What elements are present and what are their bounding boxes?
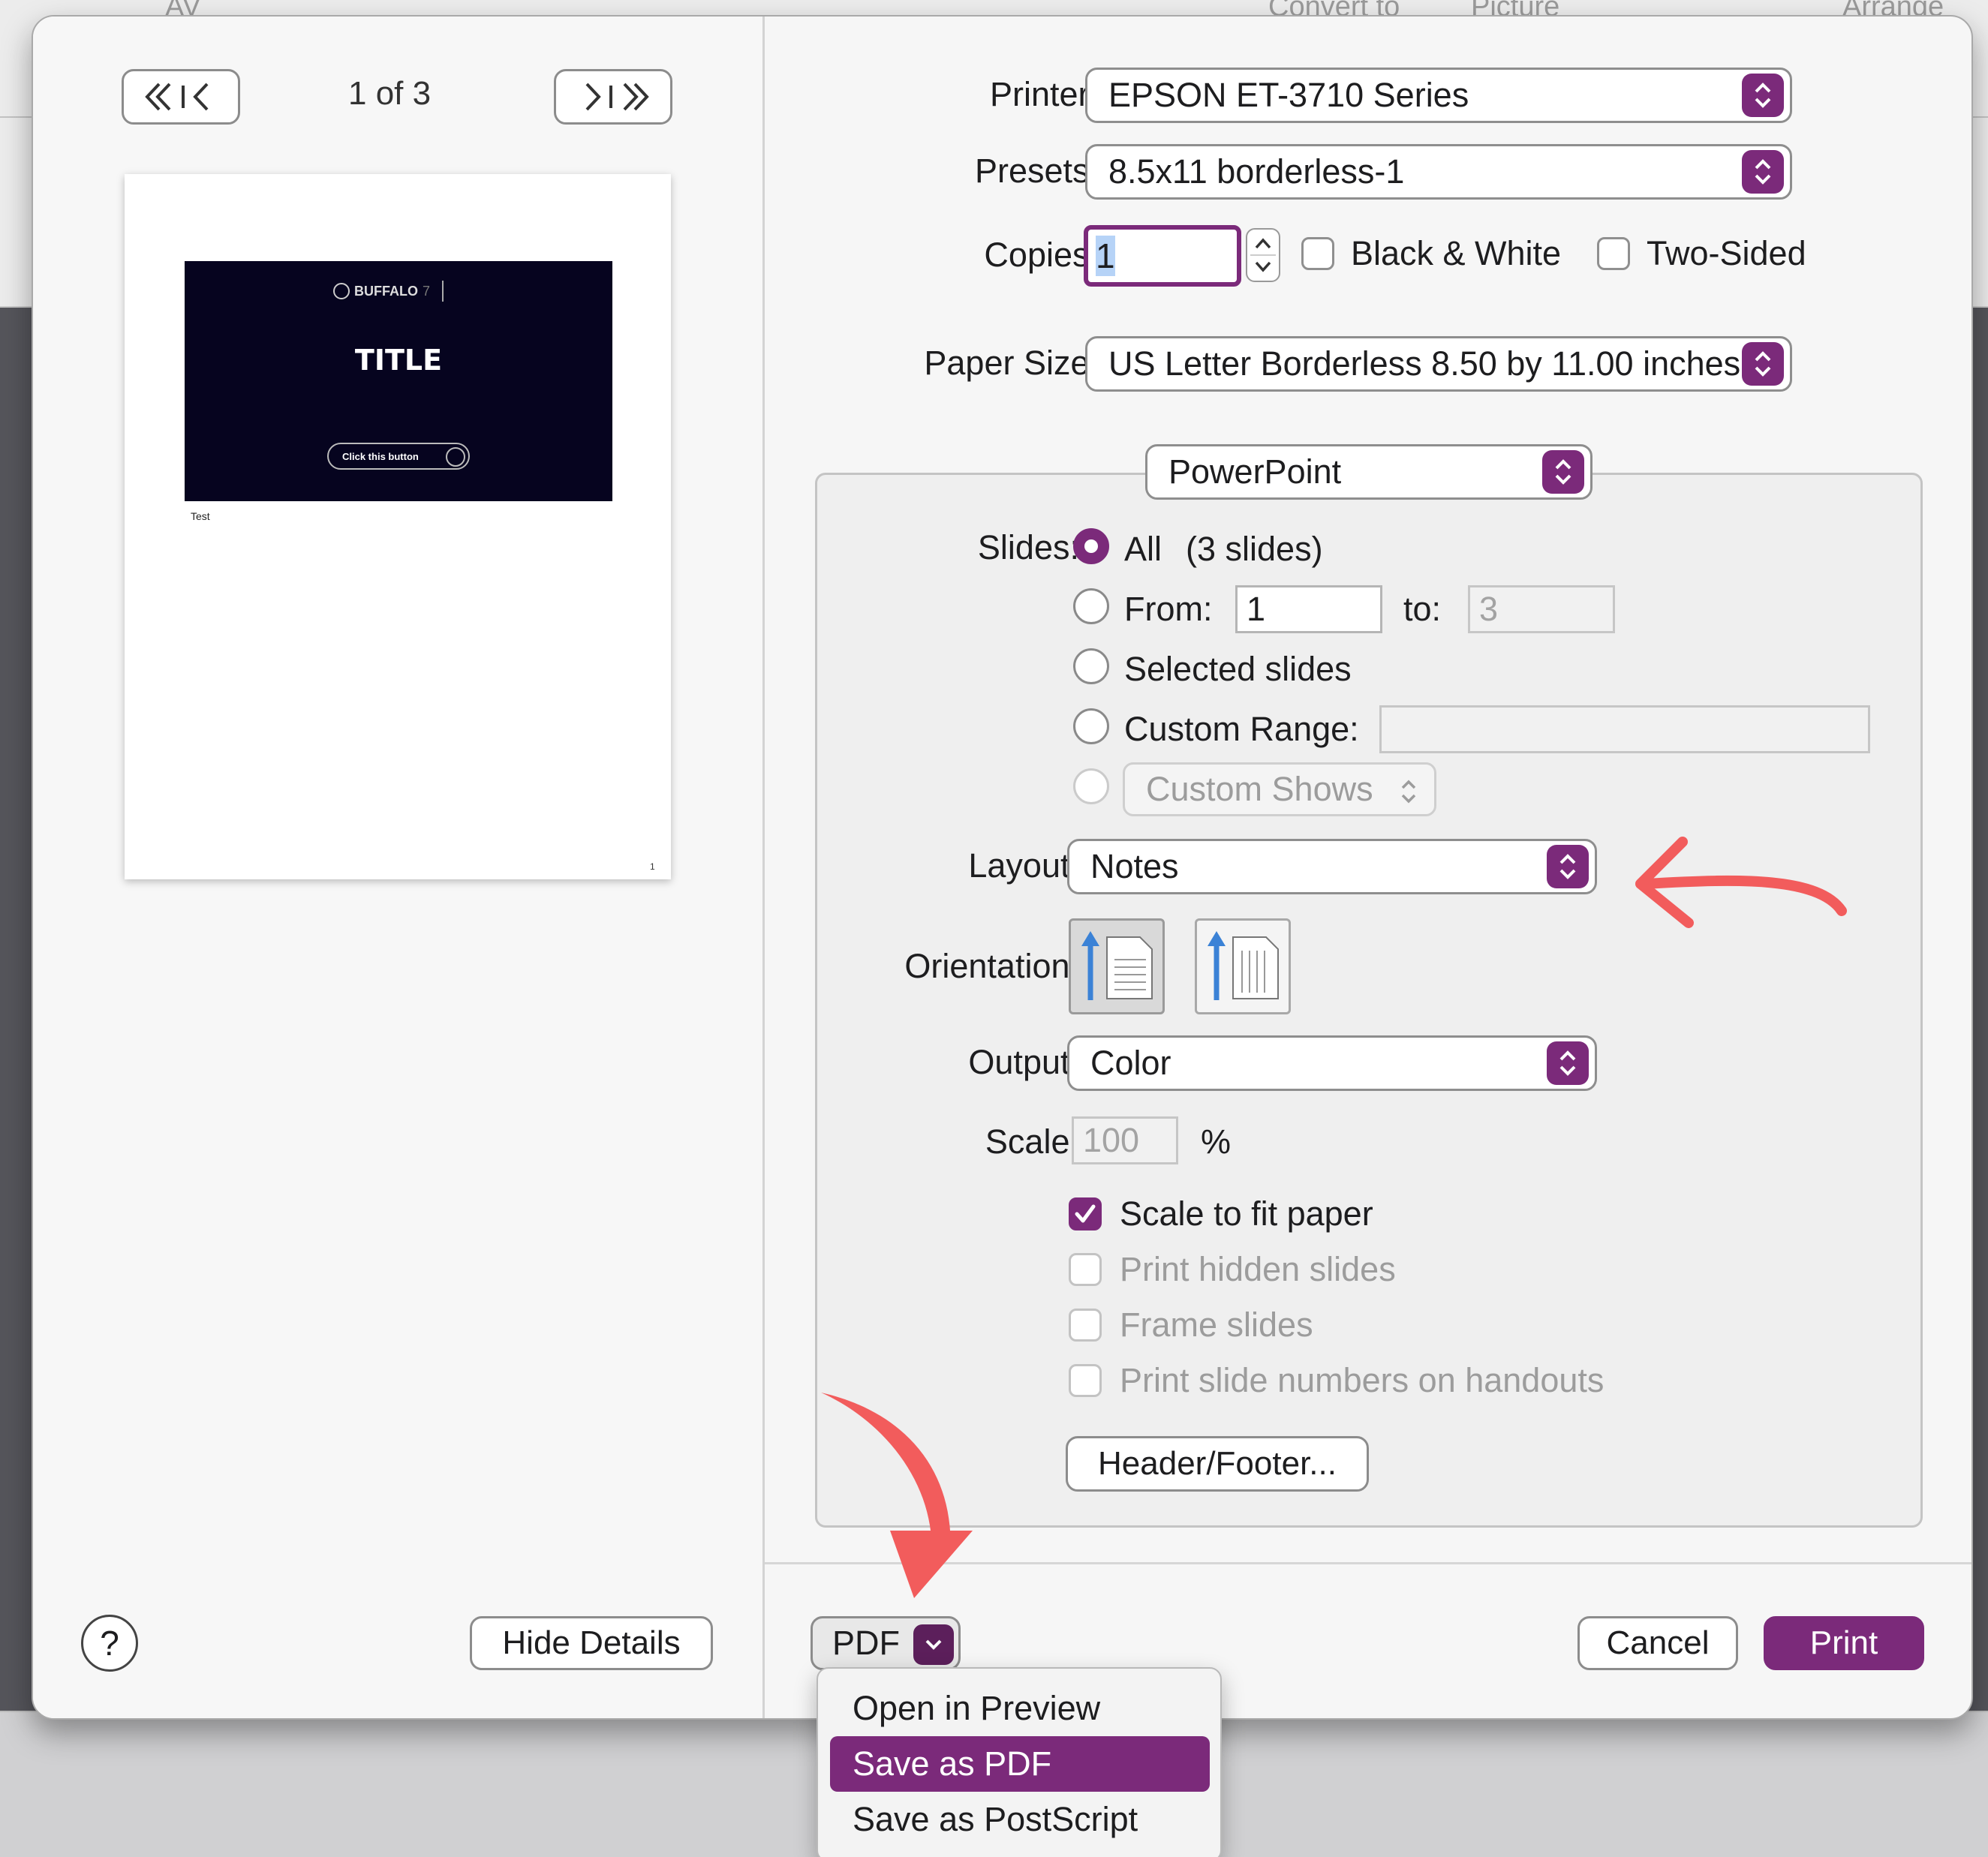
print-slide-numbers-label: Print slide numbers on handouts xyxy=(1120,1361,1605,1399)
orientation-label: Orientation: xyxy=(904,947,1079,985)
print-dialog: 1 of 3 BUFFALO 7 TITLE Click this button… xyxy=(32,15,1973,1720)
annotation-arrow-down-icon xyxy=(821,1393,973,1598)
page-indicator: 1 of 3 xyxy=(348,75,432,112)
presets-value: 8.5x11 borderless-1 xyxy=(1108,152,1405,191)
chevron-down-icon xyxy=(913,1624,954,1665)
copies-stepper[interactable] xyxy=(1246,228,1280,282)
scale-to-fit-label: Scale to fit paper xyxy=(1120,1194,1373,1233)
section-popup-value: PowerPoint xyxy=(1168,452,1342,491)
slide-logo: BUFFALO 7 xyxy=(333,281,444,302)
popup-arrows-icon xyxy=(1401,780,1416,804)
black-white-checkbox[interactable] xyxy=(1301,237,1334,270)
first-prev-page-button[interactable] xyxy=(122,69,240,125)
custom-shows-radio[interactable] xyxy=(1073,768,1109,804)
presets-popup[interactable]: 8.5x11 borderless-1 xyxy=(1085,144,1792,200)
paper-size-popup[interactable]: US Letter Borderless 8.50 by 11.00 inche… xyxy=(1085,336,1792,392)
preview-pane: 1 of 3 BUFFALO 7 TITLE Click this button… xyxy=(33,17,762,1718)
copies-input[interactable]: 1 xyxy=(1084,225,1241,287)
logo-mark-icon xyxy=(333,283,350,299)
print-hidden-slides-checkbox[interactable] xyxy=(1069,1253,1102,1286)
printer-popup[interactable]: EPSON ET-3710 Series xyxy=(1085,68,1792,123)
scale-unit: % xyxy=(1201,1122,1232,1161)
custom-range-input[interactable] xyxy=(1379,705,1870,753)
to-input[interactable]: 3 xyxy=(1468,585,1615,633)
scale-to-fit-checkbox[interactable] xyxy=(1069,1197,1102,1230)
output-label: Output: xyxy=(968,1043,1079,1081)
output-value: Color xyxy=(1090,1044,1171,1082)
section-popup[interactable]: PowerPoint xyxy=(1145,444,1593,500)
help-button[interactable]: ? xyxy=(81,1615,138,1672)
stepper-arrows-icon xyxy=(1250,238,1276,272)
slide-thumbnail: BUFFALO 7 TITLE Click this button xyxy=(185,261,612,501)
portrait-orientation-icon xyxy=(1081,931,1153,1000)
output-popup[interactable]: Color xyxy=(1067,1035,1597,1091)
scale-label: Scale: xyxy=(985,1122,1079,1161)
presets-label: Presets: xyxy=(974,152,1099,190)
print-button[interactable]: Print xyxy=(1764,1616,1924,1670)
scale-input[interactable]: 100 xyxy=(1072,1116,1178,1164)
pdf-menu-button[interactable]: PDF xyxy=(811,1616,961,1670)
print-hidden-slides-label: Print hidden slides xyxy=(1120,1250,1396,1288)
menu-item-save-as-pdf[interactable]: Save as PDF xyxy=(830,1736,1210,1792)
frame-slides-label: Frame slides xyxy=(1120,1306,1313,1344)
custom-range-label: Custom Range: xyxy=(1124,710,1359,748)
slides-count: (3 slides) xyxy=(1186,530,1323,568)
from-input[interactable]: 1 xyxy=(1235,585,1382,633)
menu-item-open-in-preview[interactable]: Open in Preview xyxy=(830,1681,1210,1736)
landscape-orientation-icon xyxy=(1208,931,1279,1000)
slides-label: Slides: xyxy=(977,528,1079,566)
annotation-arrow-left-icon xyxy=(1635,837,1847,928)
orientation-landscape-button[interactable] xyxy=(1195,918,1291,1014)
selected-slides-radio[interactable] xyxy=(1073,648,1109,684)
double-chevron-left-icon xyxy=(145,83,209,111)
print-slide-numbers-checkbox[interactable] xyxy=(1069,1364,1102,1397)
layout-value: Notes xyxy=(1090,847,1179,885)
popup-arrows-icon xyxy=(1742,74,1784,117)
slides-from-radio[interactable] xyxy=(1073,588,1109,624)
orientation-portrait-button[interactable] xyxy=(1069,918,1165,1014)
black-white-label: Black & White xyxy=(1351,234,1562,272)
popup-arrows-icon xyxy=(1547,1041,1589,1085)
slide-title: TITLE xyxy=(354,344,443,377)
cancel-button[interactable]: Cancel xyxy=(1577,1616,1738,1670)
slide-cta-button: Click this button xyxy=(327,443,470,470)
paper-size-value: US Letter Borderless 8.50 by 11.00 inche… xyxy=(1108,344,1741,383)
popup-arrows-icon xyxy=(1542,450,1584,494)
from-label: From: xyxy=(1124,590,1213,628)
page-number: 1 xyxy=(650,861,655,872)
pdf-dropdown-menu: Open in Preview Save as PDF Save as Post… xyxy=(817,1667,1222,1857)
next-last-page-button[interactable] xyxy=(554,69,672,125)
slides-all-radio[interactable] xyxy=(1073,528,1109,564)
paper-size-label: Paper Size: xyxy=(924,344,1099,382)
arrow-circle-icon xyxy=(446,447,465,467)
two-sided-checkbox[interactable] xyxy=(1597,237,1630,270)
slides-all-label: All xyxy=(1124,530,1162,568)
hide-details-button[interactable]: Hide Details xyxy=(470,1616,713,1670)
to-label: to: xyxy=(1403,590,1442,628)
notes-text: Test xyxy=(191,510,210,522)
layout-popup[interactable]: Notes xyxy=(1067,839,1597,894)
print-preview-page: BUFFALO 7 TITLE Click this button Test 1 xyxy=(125,174,671,879)
custom-range-radio[interactable] xyxy=(1073,708,1109,744)
pane-divider xyxy=(762,17,765,1718)
printer-label: Printer: xyxy=(989,75,1099,113)
checkmark-icon xyxy=(1075,1204,1096,1223)
copies-label: Copies: xyxy=(984,236,1099,274)
header-footer-button[interactable]: Header/Footer... xyxy=(1066,1436,1369,1492)
popup-arrows-icon xyxy=(1547,845,1589,888)
double-chevron-right-icon xyxy=(585,83,649,111)
menu-item-save-as-postscript[interactable]: Save as PostScript xyxy=(830,1792,1210,1847)
popup-arrows-icon xyxy=(1742,342,1784,386)
layout-label: Layout: xyxy=(968,846,1079,885)
frame-slides-checkbox[interactable] xyxy=(1069,1309,1102,1342)
popup-arrows-icon xyxy=(1742,150,1784,194)
selected-slides-label: Selected slides xyxy=(1124,650,1352,688)
two-sided-label: Two-Sided xyxy=(1647,234,1806,272)
printer-value: EPSON ET-3710 Series xyxy=(1108,76,1469,114)
custom-shows-popup[interactable]: Custom Shows xyxy=(1123,762,1436,816)
